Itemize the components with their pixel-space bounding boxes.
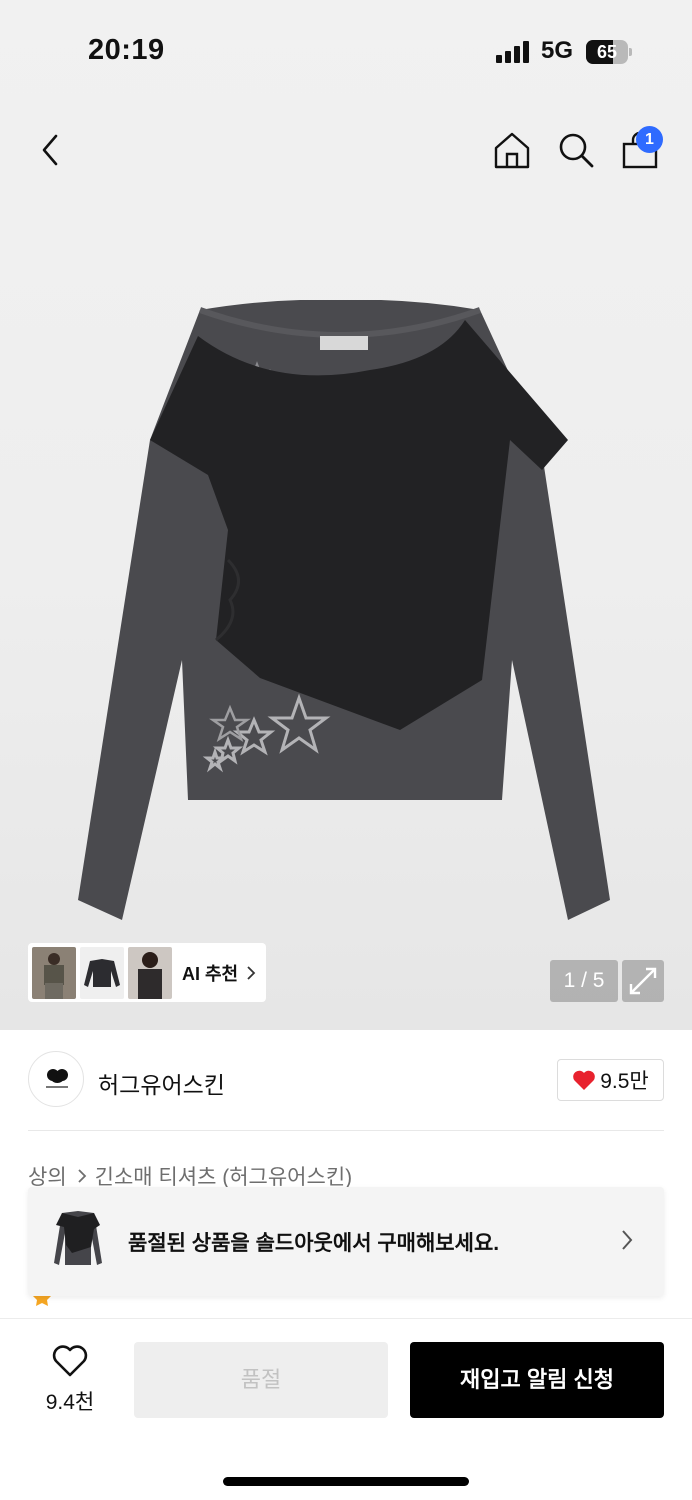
product-gallery[interactable]: 20:19 5G 65 1 AI 추천 1 / 5: [0, 0, 692, 1030]
chevron-right-icon: [622, 1230, 633, 1250]
divider: [28, 1130, 664, 1131]
home-icon[interactable]: [492, 130, 532, 170]
restock-alert-button[interactable]: 재입고 알림 신청: [410, 1342, 664, 1418]
ai-recommend-label: AI 추천: [182, 963, 239, 984]
chevron-right-icon: [78, 1169, 86, 1183]
soldout-button[interactable]: 품절: [134, 1342, 388, 1418]
product-image[interactable]: [70, 300, 620, 930]
home-indicator: [223, 1477, 469, 1486]
recommend-thumbnail: [32, 946, 76, 999]
brand-like-button[interactable]: 9.5만: [557, 1059, 664, 1101]
wishlist-count: 9.4천: [45, 1391, 95, 1414]
ai-recommend-button[interactable]: AI 추천: [28, 943, 266, 1002]
brand-logo[interactable]: [28, 1051, 84, 1107]
soldout-product-thumbnail: [50, 1203, 106, 1279]
heart-filled-icon: [573, 1070, 596, 1090]
wishlist-button[interactable]: 9.4천: [28, 1345, 112, 1416]
signal-icon: [496, 41, 532, 63]
expand-icon: [629, 967, 657, 995]
recommend-thumbnail: [128, 946, 172, 999]
brand-like-count: 9.5만: [600, 1070, 649, 1093]
status-time: 20:19: [88, 34, 165, 66]
expand-button[interactable]: [622, 960, 664, 1002]
soldout-banner[interactable]: 품절된 상품을 솔드아웃에서 구매해보세요.: [28, 1187, 664, 1296]
network-type: 5G: [541, 37, 574, 64]
back-arrow-icon[interactable]: [36, 130, 66, 170]
recommend-thumbnail: [80, 946, 124, 999]
battery-icon: 65: [586, 40, 632, 64]
image-counter: 1 / 5: [550, 960, 618, 1002]
cart-count-badge: 1: [636, 126, 663, 153]
soldout-banner-text: 품절된 상품을 솔드아웃에서 구매해보세요.: [128, 1232, 500, 1255]
brand-name[interactable]: 허그유어스킨: [98, 1066, 225, 1100]
heart-outline-icon: [52, 1345, 88, 1377]
chevron-right-icon: [247, 965, 256, 980]
search-icon[interactable]: [556, 130, 596, 170]
battery-level: 65: [596, 42, 618, 62]
